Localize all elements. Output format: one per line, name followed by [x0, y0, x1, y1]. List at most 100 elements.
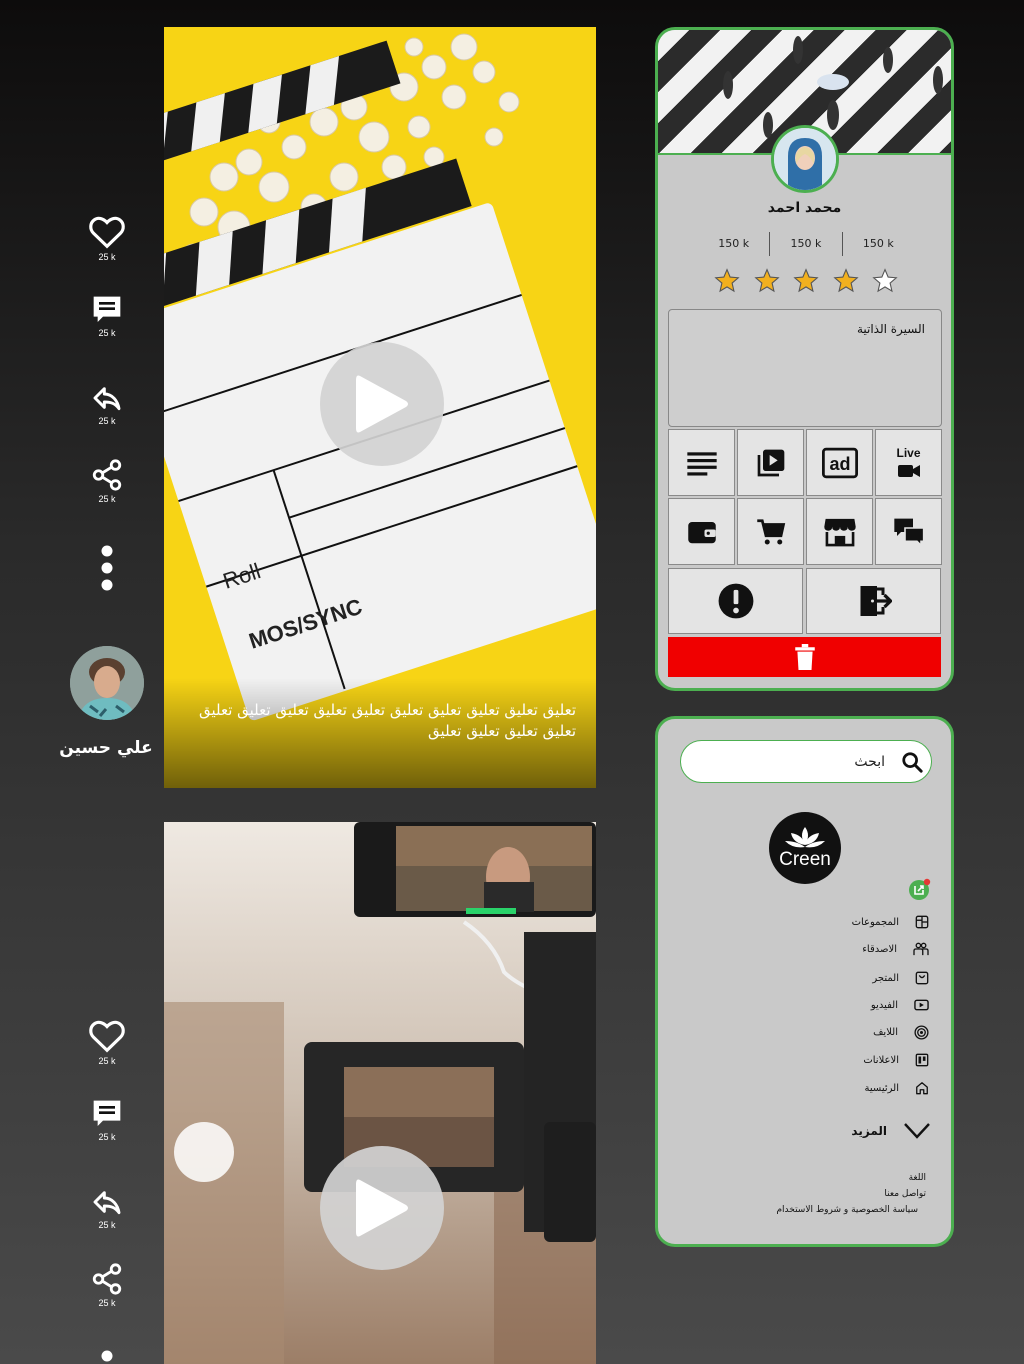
menu-item-home[interactable]: الرئيسية: [729, 1077, 929, 1099]
logout-button[interactable]: [806, 568, 941, 634]
like-count: 25 k: [98, 1056, 116, 1066]
video-post-1[interactable]: Roll MOS/SYNC تعليق تعليق تعليق تعليق تع…: [164, 27, 596, 788]
menu-item-live[interactable]: اللايف: [729, 1021, 929, 1043]
wallet-icon: [687, 521, 716, 543]
menu-item-label: الفيديو: [870, 999, 898, 1011]
share-count: 25 k: [98, 1298, 116, 1308]
ads-button[interactable]: ad: [806, 429, 873, 496]
shop-button[interactable]: [806, 498, 873, 565]
cart-icon: [756, 518, 785, 544]
comment-icon: [93, 296, 121, 322]
more-label: المزيد: [851, 1124, 887, 1138]
stat-followers[interactable]: 150 k: [698, 232, 769, 256]
star-filled-icon[interactable]: [714, 268, 740, 294]
bio-box[interactable]: السيرة الذاتية: [668, 309, 942, 427]
delete-button[interactable]: [668, 637, 941, 677]
video-post-2[interactable]: [164, 822, 596, 1364]
language-link[interactable]: اللغة: [909, 1173, 926, 1183]
posts-list-button[interactable]: [668, 429, 735, 496]
menu-item-store[interactable]: المتجر: [729, 967, 929, 989]
notification-button[interactable]: [908, 877, 932, 905]
share-action[interactable]: 25 k: [84, 458, 130, 504]
profile-stats: 150 k 150 k 150 k: [698, 232, 914, 256]
groups-icon: [915, 915, 929, 929]
rating-stars: [714, 268, 898, 294]
logout-icon: [860, 586, 892, 616]
svg-text:ad: ad: [829, 453, 850, 473]
store-icon: [915, 971, 929, 985]
reply-action[interactable]: 25 k: [84, 1186, 130, 1230]
reply-count: 25 k: [98, 416, 116, 426]
more-options-button[interactable]: [84, 544, 130, 592]
home-icon: [916, 1082, 928, 1095]
messages-button[interactable]: [875, 498, 942, 565]
play-button[interactable]: [320, 1146, 444, 1270]
avatar-photo: [70, 646, 144, 720]
comment-action[interactable]: 25 k: [84, 1098, 130, 1142]
search-icon[interactable]: [901, 751, 923, 773]
more-vertical-icon: [101, 1350, 113, 1362]
wallet-button[interactable]: [668, 498, 735, 565]
ads-icon: [915, 1053, 929, 1067]
privacy-link[interactable]: سياسة الخصوصية و شروط الاستخدام: [776, 1205, 918, 1215]
menu-item-ads[interactable]: الاعلانات: [729, 1049, 929, 1071]
menu-item-label: الاعلانات: [863, 1054, 899, 1066]
video-caption: تعليق تعليق تعليق تعليق تعليق تعليق تعلي…: [198, 701, 576, 740]
play-button[interactable]: [320, 342, 444, 466]
like-action[interactable]: 25 k: [84, 214, 130, 262]
avatar-photo: [774, 128, 836, 190]
chevron-down-icon: [904, 1123, 930, 1139]
comment-count: 25 k: [98, 1132, 116, 1142]
reply-count: 25 k: [98, 1220, 116, 1230]
stat-posts[interactable]: 150 k: [841, 232, 914, 256]
like-action[interactable]: 25 k: [84, 1018, 130, 1066]
menu-item-label: المجموعات: [851, 916, 899, 928]
reply-action[interactable]: 25 k: [84, 382, 130, 426]
comment-action[interactable]: 25 k: [84, 294, 130, 338]
author-name[interactable]: علي حسين: [56, 738, 156, 758]
go-live-button[interactable]: Live: [875, 429, 942, 496]
trash-icon: [794, 644, 815, 670]
cart-button[interactable]: [737, 498, 804, 565]
menu-item-label: اللايف: [873, 1026, 898, 1038]
live-label: Live: [896, 446, 921, 460]
report-button[interactable]: [668, 568, 803, 634]
video-library-button[interactable]: [737, 429, 804, 496]
contact-link[interactable]: تواصل معنا: [884, 1189, 926, 1199]
video-icon: [914, 999, 929, 1011]
stat-following[interactable]: 150 k: [769, 232, 841, 256]
author-avatar[interactable]: [70, 646, 144, 720]
share-icon: [92, 1263, 122, 1295]
profile-panel: محمد احمد 150 k 150 k 150 k السيرة الذات…: [655, 27, 954, 691]
reply-icon: [93, 387, 121, 411]
share-action[interactable]: 25 k: [84, 1262, 130, 1308]
app-logo[interactable]: Creen: [769, 812, 841, 884]
camera-image: [164, 822, 596, 1364]
star-filled-icon[interactable]: [793, 268, 819, 294]
menu-item-video[interactable]: الفيديو: [729, 994, 929, 1016]
star-filled-icon[interactable]: [832, 268, 859, 294]
more-toggle[interactable]: المزيد: [851, 1122, 931, 1140]
comment-count: 25 k: [98, 328, 116, 338]
search-bar: [680, 740, 932, 783]
lotus-icon: [785, 827, 825, 848]
share-count: 25 k: [98, 494, 116, 504]
menu-item-label: الرئيسية: [864, 1082, 899, 1094]
play-icon: [356, 375, 408, 433]
more-vertical-icon: [101, 545, 113, 591]
lines-icon: [686, 451, 717, 476]
share-icon: [92, 459, 122, 491]
star-empty-icon[interactable]: [872, 268, 898, 294]
menu-item-friends[interactable]: الاصدقاء: [729, 938, 929, 960]
star-filled-icon[interactable]: [753, 268, 780, 294]
menu-item-label: الاصدقاء: [862, 943, 897, 955]
more-options-button[interactable]: [84, 1348, 130, 1364]
comment-icon: [93, 1100, 121, 1126]
profile-avatar[interactable]: [771, 125, 839, 193]
bio-label: السيرة الذاتية: [856, 322, 925, 336]
like-count: 25 k: [98, 252, 116, 262]
heart-icon: [89, 216, 125, 249]
menu-item-groups[interactable]: المجموعات: [729, 911, 929, 933]
video-camera-icon: [897, 465, 920, 477]
search-input[interactable]: [695, 751, 885, 773]
